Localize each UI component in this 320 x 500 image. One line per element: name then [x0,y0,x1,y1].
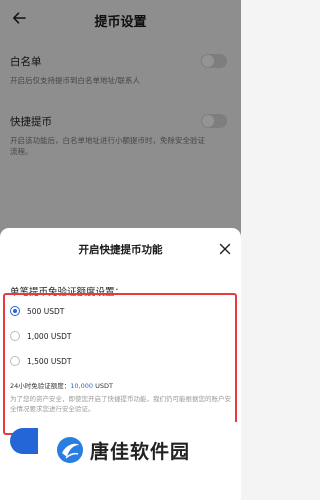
option-label: 1,000 USDT [27,331,72,341]
daily-limit-label: 24小时免验证额度： [10,382,71,390]
radio-500[interactable] [10,306,20,316]
close-icon[interactable] [219,243,231,255]
watermark-logo-icon [57,437,83,463]
option-1500[interactable]: 1,500 USDT [10,356,71,366]
watermark-text: 唐佳软件园 [90,441,191,463]
radio-1000[interactable] [10,331,20,341]
daily-limit-value: 10,000 [70,382,94,390]
option-label: 500 USDT [27,306,65,316]
radio-1500[interactable] [10,356,20,366]
daily-limit-unit: USDT [95,382,113,390]
security-note: 为了您的资产安全，即使您开启了快捷提币功能，我们仍可能根据您的账户安全情况要求您… [10,395,231,413]
daily-limit: 24小时免验证额度：10,000 USDT [10,380,113,390]
option-1000[interactable]: 1,000 USDT [10,331,71,341]
option-500[interactable]: 500 USDT [10,306,64,316]
option-label: 1,500 USDT [27,356,72,366]
sheet-title: 开启快捷提币功能 [78,244,163,256]
